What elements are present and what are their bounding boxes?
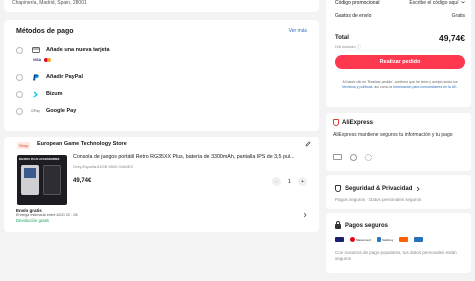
- store-name[interactable]: European Game Technology Store: [37, 141, 127, 147]
- card-icon: [31, 47, 40, 54]
- promo-code-placeholder: Escribe el código aquí: [409, 0, 459, 6]
- decrease-button[interactable]: −: [271, 177, 281, 186]
- total-label: Total: [335, 35, 349, 41]
- shipping-cost-row: Gastos de envío Gratis: [335, 13, 465, 19]
- console-graphic: [43, 165, 61, 195]
- radio-button[interactable]: [16, 73, 23, 81]
- gpay-icon: GPay: [31, 109, 40, 113]
- terms-link[interactable]: términos y políticas: [342, 85, 372, 89]
- chevron-down-icon: [461, 1, 465, 4]
- radio-button[interactable]: [16, 107, 23, 115]
- promo-code-label: Código promocional: [335, 0, 380, 6]
- eu-consumer-info-link[interactable]: Información para consumidores en la UE: [393, 85, 456, 89]
- quantity-value: 1: [287, 178, 291, 185]
- see-more-link[interactable]: Ver más: [289, 28, 307, 34]
- shield-icon: [333, 119, 339, 126]
- tax-info[interactable]: IVA incluido ⓘ: [335, 44, 361, 50]
- console-graphic: [21, 165, 39, 195]
- logo-label: Mastercard: [356, 237, 372, 242]
- chevron-right-icon: [417, 186, 420, 191]
- edit-icon[interactable]: [305, 141, 311, 149]
- payment-methods-card: Métodos de pago Ver más Añade una nueva …: [4, 20, 319, 131]
- mastercard-icon: [44, 58, 52, 62]
- lock-icon: [335, 221, 341, 229]
- aliexpress-protection-card: AliExpress AliExpress mantiene seguros t…: [326, 113, 471, 171]
- product-title[interactable]: Consola de juegos portátil Retro RG35XX …: [73, 154, 313, 160]
- amex-logo-icon: [414, 237, 424, 242]
- delivery-estimate: Entrega estimada entre AGO 22 - 26: [16, 213, 78, 217]
- mastercard-logo-icon: Mastercard: [350, 237, 371, 242]
- store-badge: Shop: [17, 142, 31, 149]
- aliexpress-protection-text: AliExpress mantiene seguros tu informaci…: [333, 132, 453, 138]
- legal-notice: Al hacer clic en 'Realizar pedido', conf…: [336, 80, 464, 89]
- aliexpress-brand: AliExpress: [342, 119, 374, 126]
- free-returns: Devolución gratis: [16, 218, 49, 223]
- safekey-logo-icon: SafeKey: [377, 237, 393, 242]
- product-image-banner: RG35XX PLUS ACCESSORIES: [19, 157, 60, 161]
- secure-payments-header: Pagos seguros: [335, 221, 389, 229]
- promo-code-input[interactable]: Escribe el código aquí: [409, 0, 465, 6]
- security-privacy-card[interactable]: Seguridad & Privacidad Pagos seguros · D…: [326, 175, 471, 209]
- payment-option-label: Añadir PayPal: [46, 74, 83, 80]
- promo-code-row[interactable]: Código promocional Escribe el código aqu…: [335, 0, 465, 6]
- order-summary-card: Código promocional Escribe el código aqu…: [326, 0, 471, 107]
- shipping-address-card[interactable]: Chapinería, Madrid, Spain, 28001: [4, 0, 319, 12]
- aliexpress-header: AliExpress: [333, 119, 373, 126]
- payment-option-label: Google Pay: [46, 108, 77, 114]
- address-text: Chapinería, Madrid, Spain, 28001: [12, 0, 87, 6]
- radio-button[interactable]: [16, 46, 23, 54]
- payment-option-label: Añade una nueva tarjeta: [46, 47, 110, 53]
- secure-payments-card: Pagos seguros Mastercard SafeKey Con nos…: [326, 213, 471, 273]
- chevron-right-icon[interactable]: [303, 212, 307, 220]
- product-variant: Grey,España,64GB 5500 GAMES: [73, 164, 133, 169]
- privacy-icon: [365, 154, 372, 161]
- legal-text: Al hacer clic en 'Realizar pedido', conf…: [342, 80, 458, 84]
- paypal-icon: [31, 74, 40, 81]
- visa-icon: VISA: [33, 58, 42, 62]
- payment-option-paypal[interactable]: Añadir PayPal: [16, 71, 83, 83]
- payment-logos: Mastercard SafeKey: [335, 237, 424, 242]
- product-price: 49,74€: [73, 178, 92, 184]
- place-order-button[interactable]: Realizar pedido: [335, 55, 465, 69]
- logo-label: SafeKey: [382, 237, 394, 242]
- bizum-icon: [31, 91, 40, 98]
- product-image[interactable]: RG35XX PLUS ACCESSORIES: [17, 155, 67, 205]
- payment-option-gpay[interactable]: GPay Google Pay: [16, 105, 76, 117]
- store-card: Shop European Game Technology Store RG35…: [4, 137, 319, 232]
- security-subtitle: Pagos seguros · Datos personales seguros: [335, 197, 422, 202]
- secure-payment-icon: [333, 154, 342, 160]
- legal-text: , así como la: [372, 84, 394, 89]
- quantity-stepper: − 1 +: [271, 177, 307, 186]
- payment-title: Métodos de pago: [16, 28, 74, 35]
- buyer-protection-icon: [350, 154, 357, 161]
- card-logos: VISA: [33, 58, 52, 62]
- shipping-cost-value: Gratis: [451, 13, 465, 19]
- radio-button[interactable]: [16, 90, 23, 98]
- payment-option-bizum[interactable]: Bizum: [16, 88, 63, 100]
- security-title: Seguridad & Privacidad: [345, 185, 413, 192]
- protection-badges: [333, 154, 372, 161]
- payment-option-label: Bizum: [46, 91, 63, 97]
- total-value: 49,74€: [439, 33, 465, 43]
- shield-check-icon: [335, 185, 341, 192]
- secure-payments-text: Con nosotros de pago populares, tus dato…: [335, 250, 457, 261]
- secure-payments-title: Pagos seguros: [345, 222, 389, 229]
- discover-logo-icon: [399, 237, 409, 242]
- legal-text: .: [456, 84, 458, 89]
- security-header[interactable]: Seguridad & Privacidad: [335, 185, 420, 192]
- payment-option-card[interactable]: Añade una nueva tarjeta: [16, 44, 110, 56]
- visa-logo-icon: [335, 237, 344, 242]
- shipping-cost-label: Gastos de envío: [335, 13, 372, 19]
- increase-button[interactable]: +: [298, 177, 307, 186]
